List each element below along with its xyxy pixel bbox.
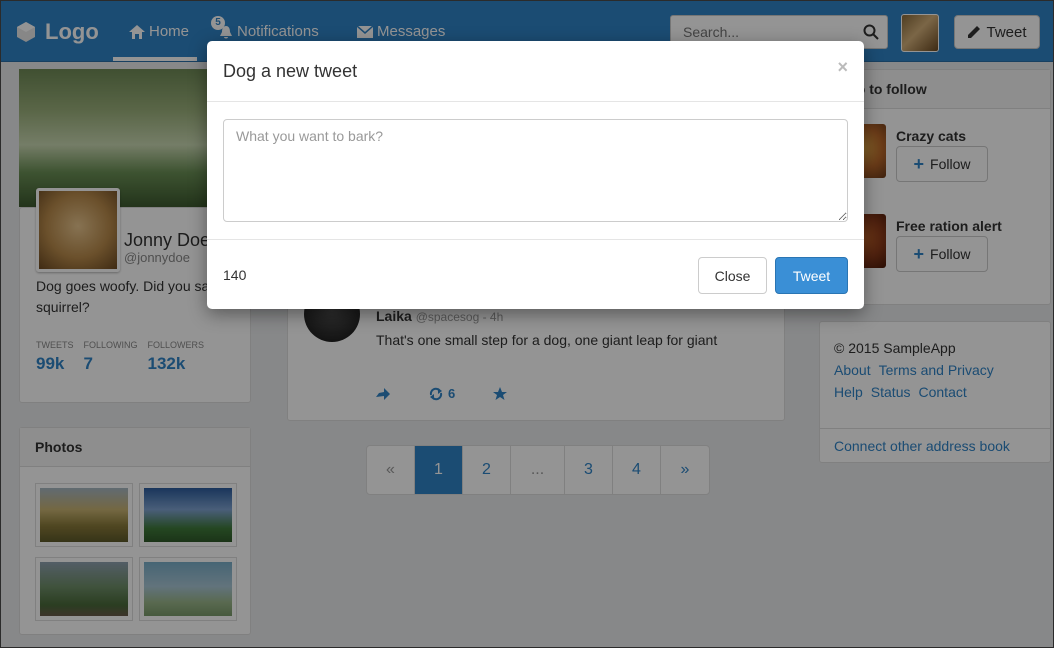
tweet-textarea[interactable] [223, 119, 848, 222]
modal-header-divider [207, 101, 864, 102]
modal-close-button[interactable]: Close [698, 257, 767, 294]
character-counter: 140 [223, 267, 247, 283]
modal-title: Dog a new tweet [223, 61, 358, 81]
modal-footer-divider [207, 239, 864, 240]
app-window: Logo Home 5 Notifications Messages Tweet [0, 0, 1054, 648]
modal-tweet-button[interactable]: Tweet [775, 257, 848, 294]
compose-tweet-modal: Dog a new tweet × 140 Close Tweet [207, 41, 864, 309]
modal-close-icon[interactable]: × [837, 57, 848, 78]
